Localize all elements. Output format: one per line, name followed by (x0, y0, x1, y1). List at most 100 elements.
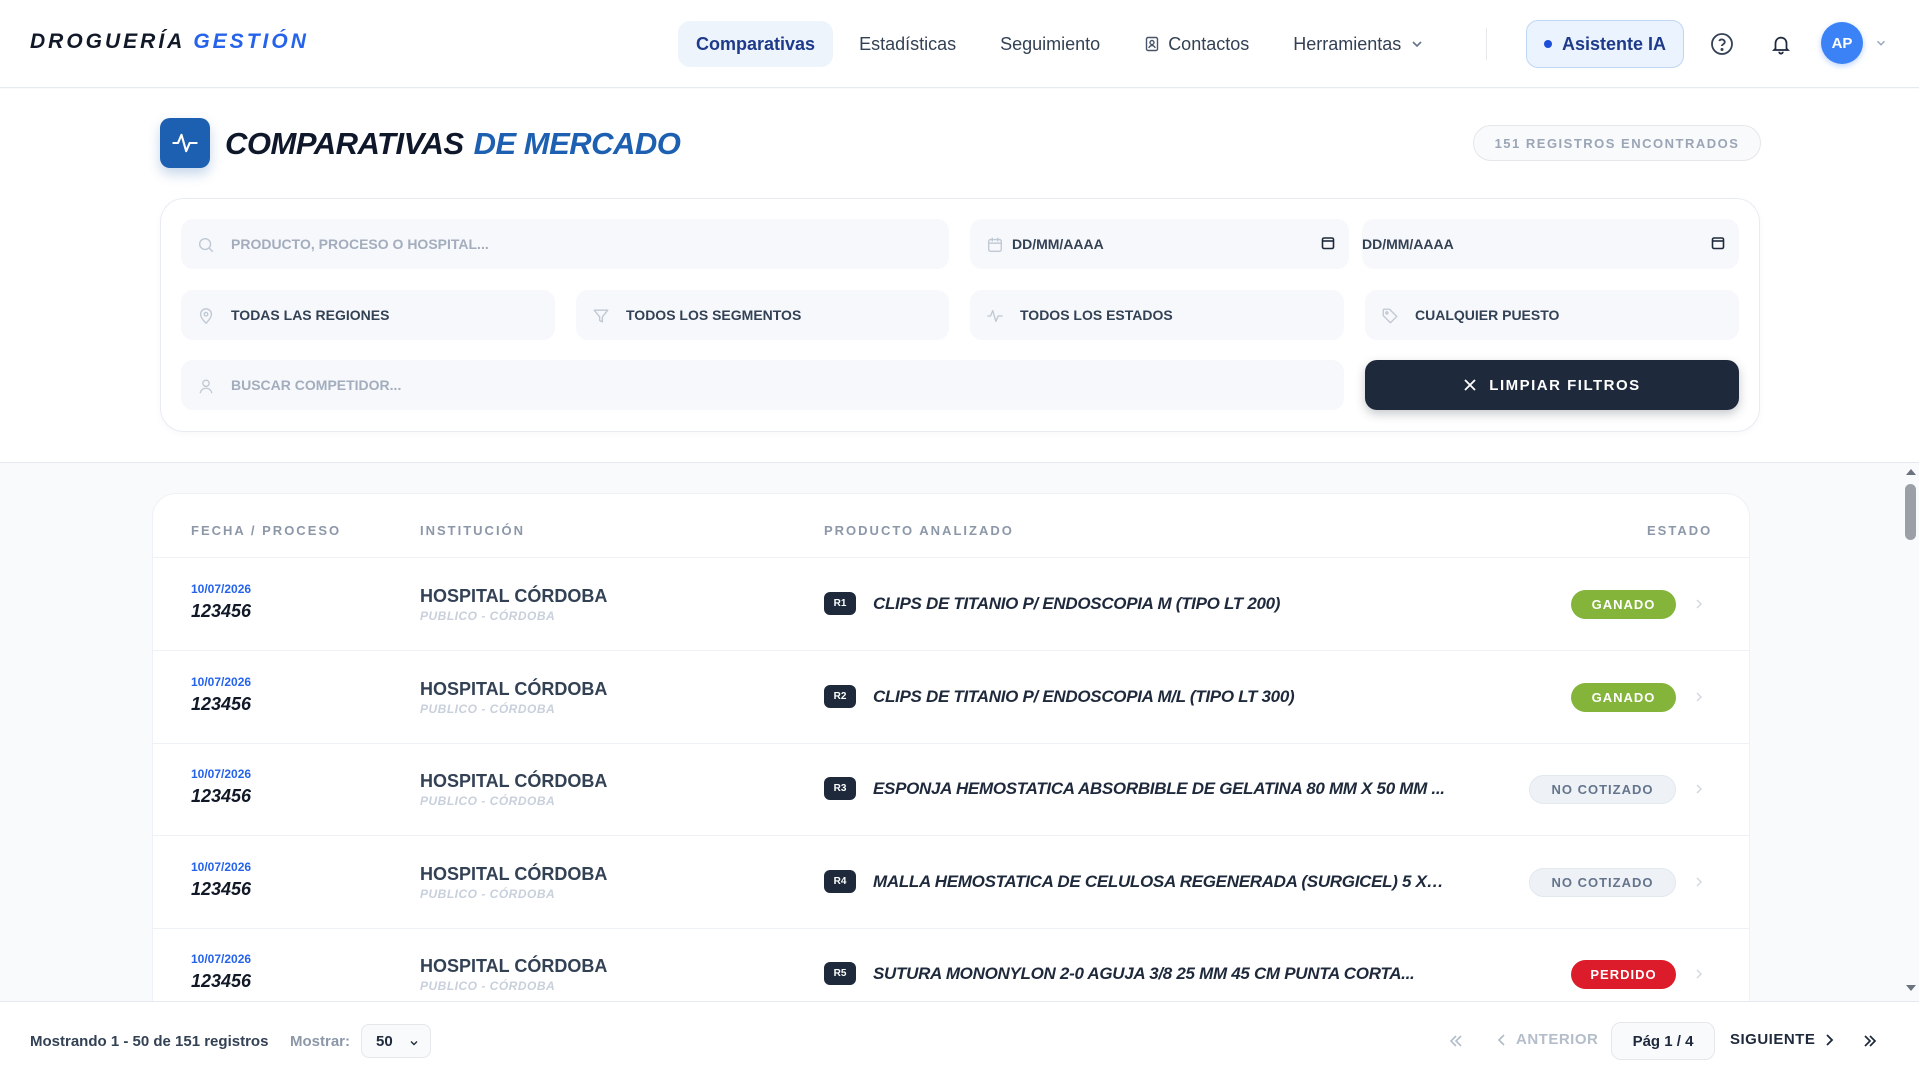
row-date: 10/07/2026 (191, 860, 252, 874)
brand-logo[interactable]: DROGUERÍA GESTIÓN (30, 30, 309, 54)
date-picker-icon[interactable] (1321, 236, 1335, 250)
ai-status-dot (1543, 40, 1552, 48)
last-page-icon[interactable] (1862, 1033, 1878, 1049)
next-page-label: SIGUIENTE (1730, 1031, 1816, 1048)
row-code-badge: R1 (824, 592, 856, 615)
showing-count: Mostrando 1 - 50 de 151 registros (30, 1033, 269, 1050)
chevron-right-icon[interactable] (1693, 691, 1705, 703)
row-institution: HOSPITAL CÓRDOBA (420, 864, 608, 884)
row-date: 10/07/2026 (191, 675, 252, 689)
status-badge: GANADO (1571, 590, 1676, 619)
status-badge: PERDIDO (1571, 960, 1676, 989)
page-size-select[interactable]: 50 (361, 1024, 431, 1058)
row-date: 10/07/2026 (191, 582, 252, 596)
tag-icon (1382, 308, 1398, 324)
avatar-chevron-icon[interactable] (1874, 36, 1888, 50)
row-institution: HOSPITAL CÓRDOBA (420, 586, 608, 606)
status-badge: GANADO (1571, 683, 1676, 712)
next-page-button[interactable]: SIGUIENTE (1730, 1031, 1835, 1048)
search-field[interactable]: PRODUCTO, PROCESO O HOSPITAL... (181, 219, 949, 269)
status-badge: NO COTIZADO (1529, 775, 1676, 804)
row-code-badge: R4 (824, 870, 856, 893)
scroll-down-arrow-icon[interactable] (1904, 983, 1918, 993)
segment-value: TODOS LOS SEGMENTOS (626, 307, 802, 323)
bell-icon (1772, 36, 1790, 55)
nav-seguimiento[interactable]: Seguimiento (982, 21, 1118, 67)
calendar-icon (988, 237, 1002, 252)
nav-seguimiento-label: Seguimiento (1000, 33, 1101, 54)
nav-contactos[interactable]: Contactos (1126, 21, 1267, 67)
nav-estadisticas-label: Estadísticas (859, 33, 957, 54)
page-size-label: Mostrar: (290, 1033, 351, 1050)
col-header-date-process[interactable]: FECHA / PROCESO (191, 523, 341, 538)
row-institution: HOSPITAL CÓRDOBA (420, 771, 608, 791)
competitor-placeholder: BUSCAR COMPETIDOR... (231, 377, 402, 393)
row-product: ESPONJA HEMOSTATICA ABSORBIBLE DE GELATI… (873, 779, 1445, 798)
row-process-id: 123456 (191, 786, 252, 806)
clear-filters-button[interactable]: LIMPIAR FILTROS (1365, 360, 1739, 410)
row-institution-sub: PUBLICO - CÓRDOBA (420, 887, 556, 901)
activity-small-icon (987, 309, 1003, 323)
nav-comparativas[interactable]: Comparativas (678, 21, 834, 67)
chevron-right-icon[interactable] (1693, 783, 1705, 795)
col-header-institution[interactable]: INSTITUCIÓN (420, 523, 525, 538)
row-process-id: 123456 (191, 971, 252, 991)
row-institution-sub: PUBLICO - CÓRDOBA (420, 979, 556, 993)
ai-assistant-button[interactable]: Asistente IA (1526, 20, 1684, 68)
row-process-id: 123456 (191, 601, 252, 621)
row-date: 10/07/2026 (191, 767, 252, 781)
activity-icon (160, 118, 210, 168)
notifications-button[interactable] (1765, 28, 1797, 60)
scroll-up-arrow-icon[interactable] (1904, 467, 1918, 477)
row-code-badge: R3 (824, 777, 856, 800)
table-row[interactable]: 10/07/2026 123456 HOSPITAL CÓRDOBA PUBLICO … (153, 558, 1749, 650)
nav-estadisticas[interactable]: Estadísticas (841, 21, 974, 67)
current-page-indicator: Pág 1 / 4 (1611, 1022, 1715, 1060)
nav-comparativas-label: Comparativas (696, 33, 816, 54)
col-header-product[interactable]: PRODUCTO ANALIZADO (824, 523, 1014, 538)
location-pin-icon (199, 308, 213, 325)
previous-page-button[interactable]: ANTERIOR (1496, 1031, 1598, 1048)
nav-herramientas[interactable]: Herramientas (1275, 21, 1443, 67)
chevron-right-icon[interactable] (1693, 968, 1705, 980)
row-code-badge: R5 (824, 962, 856, 985)
chevron-down-icon (1412, 41, 1422, 48)
first-page-icon[interactable] (1448, 1033, 1464, 1049)
region-select[interactable]: TODAS LAS REGIONES (181, 290, 555, 340)
row-institution-sub: PUBLICO - CÓRDOBA (420, 702, 556, 716)
status-select[interactable]: TODOS LOS ESTADOS (970, 290, 1344, 340)
close-icon (1464, 379, 1476, 391)
date-from-field[interactable]: DD/MM/AAAA (970, 219, 1349, 269)
help-icon (1711, 33, 1733, 55)
top-nav: DROGUERÍA GESTIÓN Comparativas Estadístic… (0, 0, 1919, 88)
position-value: CUALQUIER PUESTO (1415, 307, 1560, 323)
nav-links: Comparativas Estadísticas Seguimiento Co… (678, 21, 1443, 67)
row-institution: HOSPITAL CÓRDOBA (420, 679, 608, 699)
date-to-field[interactable]: DD/MM/AAAA (1362, 219, 1739, 269)
row-process-id: 123456 (191, 694, 252, 714)
filter-icon (593, 309, 609, 323)
nav-divider (1486, 28, 1487, 60)
col-header-status[interactable]: ESTADO (1647, 523, 1712, 538)
nav-contactos-label: Contactos (1168, 33, 1250, 54)
chevron-down-icon (410, 1041, 418, 1046)
brand-main: DROGUERÍA (30, 30, 186, 53)
scrollbar-thumb[interactable] (1905, 484, 1916, 540)
table-row[interactable]: 10/07/2026 123456 HOSPITAL CÓRDOBA PUBLICO … (153, 743, 1749, 835)
position-select[interactable]: CUALQUIER PUESTO (1365, 290, 1739, 340)
competitor-search-field[interactable]: BUSCAR COMPETIDOR... (181, 360, 1344, 410)
nav-herramientas-label: Herramientas (1293, 33, 1402, 54)
search-icon (198, 237, 214, 253)
segment-select[interactable]: TODOS LOS SEGMENTOS (576, 290, 949, 340)
chevron-right-icon[interactable] (1693, 598, 1705, 610)
chevron-right-icon[interactable] (1693, 876, 1705, 888)
table-row[interactable]: 10/07/2026 123456 HOSPITAL CÓRDOBA PUBLICO … (153, 836, 1749, 928)
user-avatar[interactable]: AP (1821, 22, 1863, 64)
row-product: SUTURA MONONYLON 2-0 AGUJA 3/8 25 MM 45 … (873, 964, 1415, 983)
table-row[interactable]: 10/07/2026 123456 HOSPITAL CÓRDOBA PUBLICO … (153, 651, 1749, 743)
date-picker-icon[interactable] (1711, 236, 1725, 250)
search-placeholder: PRODUCTO, PROCESO O HOSPITAL... (231, 236, 489, 252)
row-product: CLIPS DE TITANIO P/ ENDOSCOPIA M (TIPO L… (873, 594, 1281, 613)
help-button[interactable] (1706, 28, 1738, 60)
records-count-badge: 151 REGISTROS ENCONTRADOS (1473, 125, 1761, 161)
